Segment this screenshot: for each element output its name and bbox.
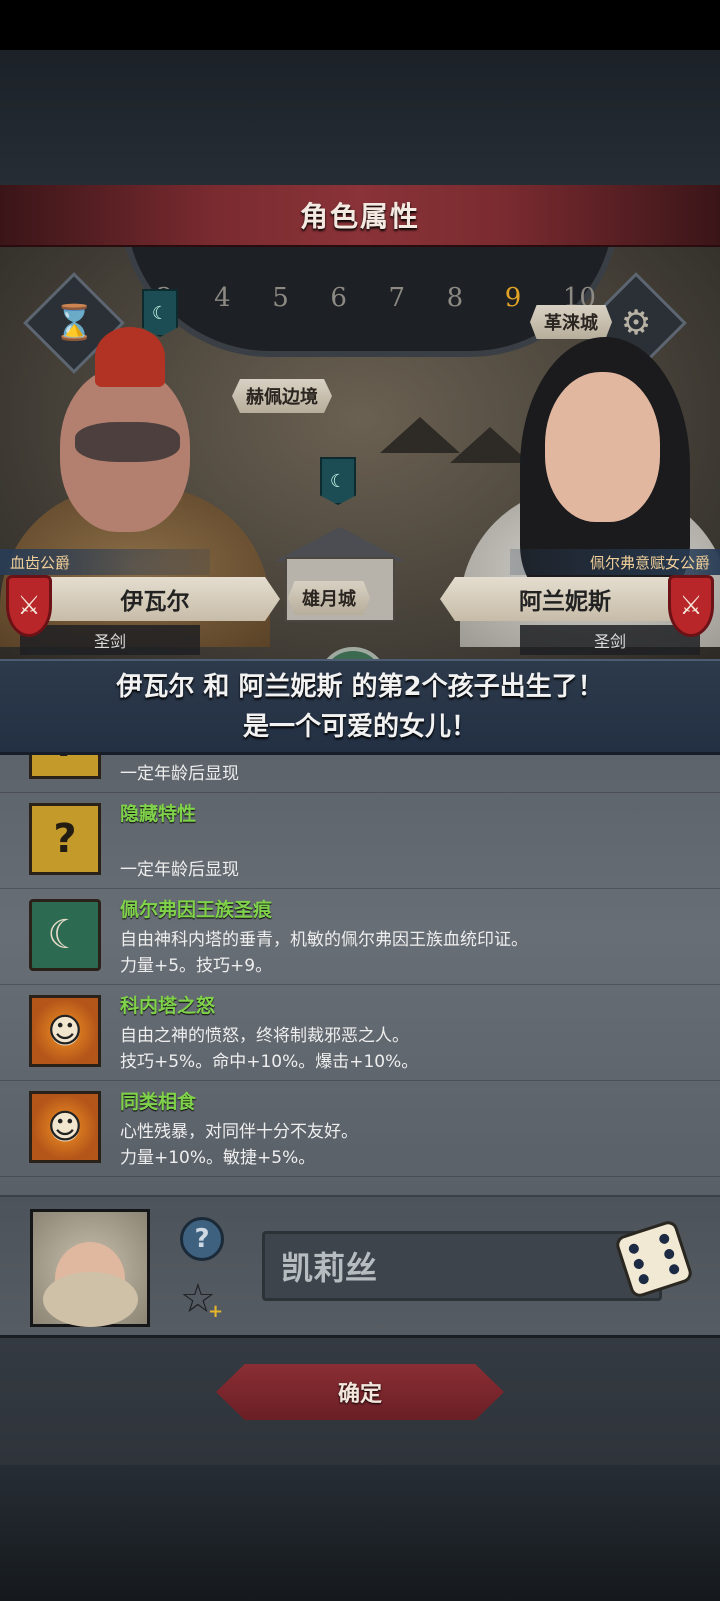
map-scene: 3 4 5 6 7 8 9 10 ⌛ ⚙ ☾ ☾ ☾ 革涞城 赫佩边境 雄月城 [0,247,720,677]
trait-desc: 自由之神的愤怒，终将制裁邪恶之人。 [120,1026,409,1046]
mother-title: 佩尔弗意赋女公爵 [510,549,720,575]
trait-name: 同类相食 [120,1091,197,1113]
time-wheel-numbers: 3 4 5 6 7 8 9 10 [156,283,596,313]
trait-item[interactable]: ☾ 佩尔弗因王族圣痕 自由神科内塔的垂青，机敏的佩尔弗因王族血统印证。 力量+5… [0,889,720,985]
trait-item[interactable]: ? 一定年龄后显现 [0,755,720,793]
trait-desc: 一定年龄后显现 [120,764,239,784]
question-icon: ? [29,803,101,875]
announcement-line-2: 是一个可爱的女儿！ [242,711,477,742]
father-title: 血齿公爵 [0,549,210,575]
wheel-number: 4 [214,283,231,313]
dialog-title: 角色属性 [299,200,420,233]
child-panel: ? ☆ + 凯莉丝 [0,1195,720,1335]
sword-shield-icon: ⚔ [6,575,52,637]
status-bar [0,0,720,50]
trait-list[interactable]: ? 一定年龄后显现 ? 隐藏特性 一定年龄后显现 ☾ 佩尔弗因王族圣痕 自由神科… [0,755,720,1195]
trait-name: 佩尔弗因王族圣痕 [120,899,273,921]
wheel-number: 6 [330,283,347,313]
trait-name: 科内塔之怒 [120,995,216,1017]
trait-desc: 心性残暴，对同伴十分不友好。 [120,1122,358,1142]
dialog-footer: 确定 [0,1335,720,1465]
wheel-number-current: 9 [504,283,522,313]
trait-effect: 技巧+5%。命中+10%。爆击+10%。 [120,1052,419,1072]
trait-desc: 一定年龄后显现 [120,860,239,880]
map-location-label[interactable]: 雄月城 [288,581,370,615]
confirm-button[interactable]: 确定 [216,1364,504,1420]
mother-class: 圣剑 [520,625,700,655]
mother-name: 阿兰妮斯 [440,577,690,621]
help-button[interactable]: ? [180,1217,224,1261]
smiley-sun-icon: ☺ [29,995,101,1067]
trait-item[interactable]: ☺ 同类相食 心性残暴，对同伴十分不友好。 力量+10%。敏捷+5%。 [0,1081,720,1177]
faction-banner-icon: ☾ [320,457,356,505]
trait-item[interactable]: ? 隐藏特性 一定年龄后显现 [0,793,720,889]
trait-item[interactable]: ☺ 科内塔之怒 自由之神的愤怒，终将制裁邪恶之人。 技巧+5%。命中+10%。爆… [0,985,720,1081]
background-lower [0,1465,720,1601]
trait-desc: 自由神科内塔的垂青，机敏的佩尔弗因王族血统印证。 [120,930,528,950]
wheel-number: 7 [388,283,406,313]
plus-icon: + [208,1301,224,1322]
wheel-number: 8 [446,283,464,313]
birth-announcement: 伊瓦尔 和 阿兰妮斯 的第2个孩子出生了！ 是一个可爱的女儿！ [0,659,720,755]
child-name-input[interactable]: 凯莉丝 [262,1231,662,1301]
father-name: 伊瓦尔 [30,577,280,621]
sword-shield-icon: ⚔ [668,575,714,637]
trait-effect: 力量+5。技巧+9。 [120,956,273,976]
question-icon: ? [29,755,101,779]
dialog-header: 角色属性 [0,185,720,247]
child-portrait[interactable] [30,1209,150,1327]
wheel-number: 5 [272,283,289,313]
trait-effect: 力量+10%。敏捷+5%。 [120,1148,316,1168]
character-attributes-dialog: 角色属性 3 4 5 6 7 8 9 10 ⌛ ⚙ ☾ ☾ ☾ 革涞城 赫佩边境 [0,185,720,1465]
father-class: 圣剑 [20,625,200,655]
trait-name: 隐藏特性 [120,803,197,825]
smiley-sun-icon: ☺ [29,1091,101,1163]
announcement-line-1: 伊瓦尔 和 阿兰妮斯 的第2个孩子出生了！ [116,671,604,702]
moon-icon: ☾ [29,899,101,971]
background-upper [0,50,720,185]
mountain-decoration [380,417,460,453]
